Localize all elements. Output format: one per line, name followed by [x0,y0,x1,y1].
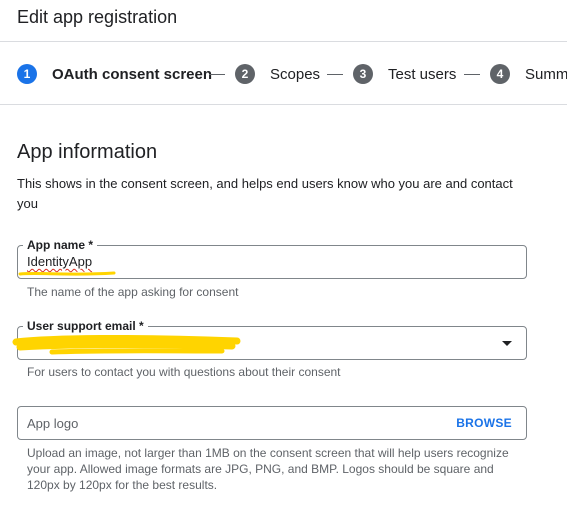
step-connector [327,74,343,75]
step-connector [464,74,480,75]
step-label-summary: Summ [525,65,567,83]
step-number-2: 2 [235,64,255,84]
stepper-divider [0,104,567,105]
step-scopes[interactable]: 2 Scopes [235,64,320,84]
redaction-highlight [12,334,241,355]
user-support-email-helper-text: For users to contact you with questions … [27,365,341,379]
app-name-label: App name * [23,237,98,253]
section-description: This shows in the consent screen, and he… [17,176,513,211]
app-logo-field[interactable]: App logo BROWSE [17,406,527,440]
app-logo-placeholder: App logo [27,416,79,431]
step-test-users[interactable]: 3 Test users [353,64,456,84]
step-number-1: 1 [17,64,37,84]
page-header: Edit app registration [0,0,567,42]
browse-button[interactable]: BROWSE [456,416,512,430]
yellow-highlight-mark [18,271,116,276]
step-label-oauth-consent-screen: OAuth consent screen [52,65,213,83]
step-connector [209,74,225,75]
step-summary[interactable]: 4 Summ [490,64,567,84]
app-name-helper-text: The name of the app asking for consent [27,285,239,299]
step-label-test-users: Test users [388,65,457,83]
step-oauth-consent-screen[interactable]: 1 OAuth consent screen [17,64,212,84]
app-logo-helper-text: Upload an image, not larger than 1MB on … [27,446,509,492]
app-name-value: IdentityApp [27,254,93,269]
section-title: App information [17,141,158,163]
step-label-scopes: Scopes [270,65,321,83]
step-number-3: 3 [353,64,373,84]
dropdown-arrow-icon[interactable] [502,341,512,346]
registration-stepper: 1 OAuth consent screen 2 Scopes 3 Test u… [0,42,567,104]
step-number-4: 4 [490,64,510,84]
page-title: Edit app registration [17,7,178,27]
edit-app-registration-page: Edit app registration 1 OAuth consent sc… [0,0,567,523]
